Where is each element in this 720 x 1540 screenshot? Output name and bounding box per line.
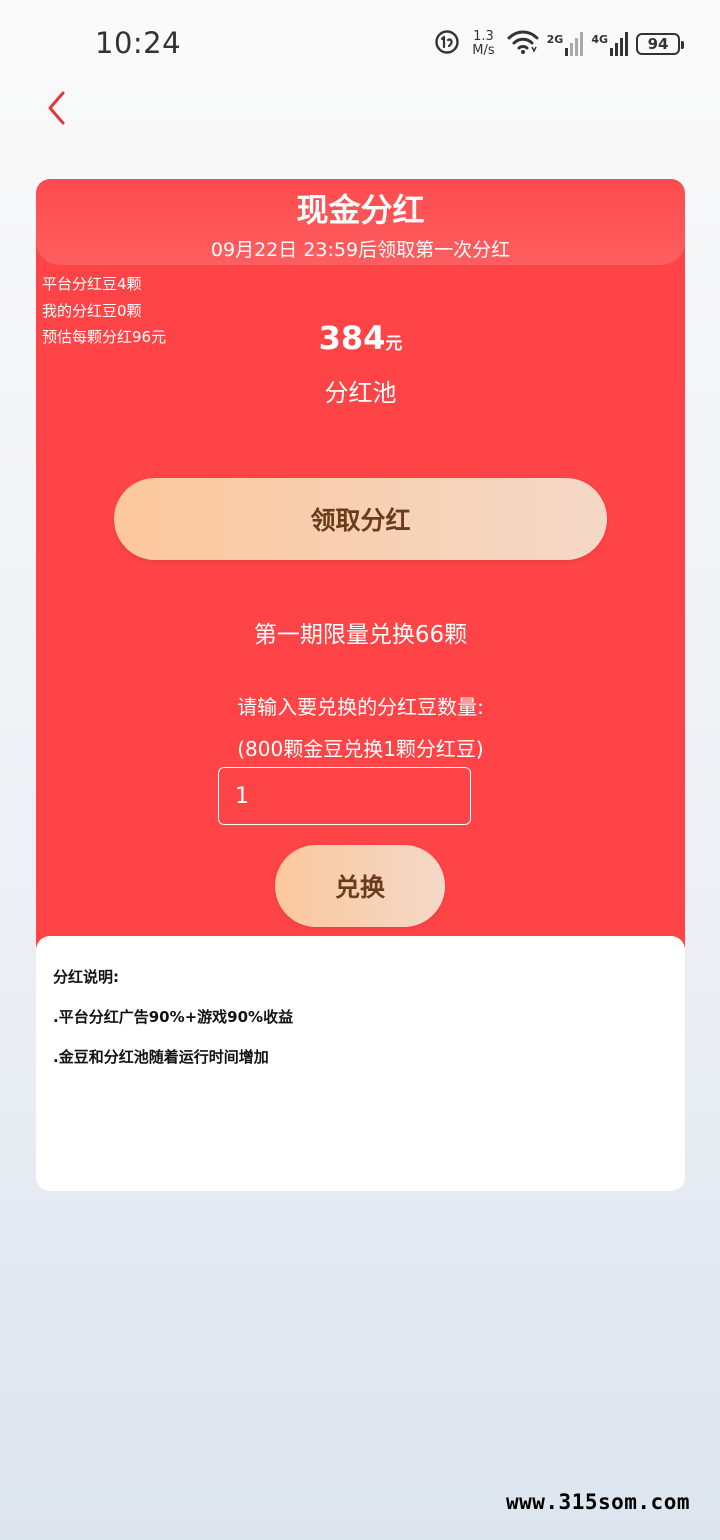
back-button[interactable]	[36, 90, 76, 130]
exchange-prompt: 请输入要兑换的分红豆数量:	[237, 695, 484, 719]
quantity-input[interactable]	[218, 767, 471, 825]
dividend-card: 现金分红 09月22日 23:59后领取第一次分红 平台分红豆4颗 我的分红豆0…	[36, 179, 685, 959]
status-bar: 10:24 1.3 M/s 2G 4G 94	[0, 0, 720, 86]
signal-2g-label: 2G	[546, 33, 564, 46]
exchange-button[interactable]: 兑换	[275, 845, 445, 927]
network-speed-value: 1.3	[473, 29, 494, 44]
wifi-icon	[507, 29, 539, 59]
watermark: www.315som.com	[505, 1490, 690, 1514]
platform-beans-text: 平台分红豆4颗	[42, 275, 142, 293]
note-line: .平台分红广告90%+游戏90%收益	[53, 1008, 294, 1026]
signal-4g-icon: 4G	[591, 32, 628, 56]
claim-dividend-button[interactable]: 领取分红	[114, 478, 607, 560]
pool-label: 分红池	[324, 379, 397, 407]
data-saver-icon	[434, 29, 460, 59]
signal-2g-icon: 2G	[547, 32, 584, 56]
pool-amount-unit: 元	[385, 334, 403, 354]
exchange-rate-text: (800颗金豆兑换1颗分红豆)	[237, 737, 484, 761]
card-subtitle: 09月22日 23:59后领取第一次分红	[210, 239, 511, 261]
notes-title: 分红说明:	[53, 968, 119, 986]
card-title: 现金分红	[296, 191, 425, 229]
battery-level: 94	[647, 35, 669, 53]
battery-icon: 94	[636, 33, 684, 55]
limit-text: 第一期限量兑换66颗	[253, 622, 468, 648]
status-time: 10:24	[95, 26, 182, 60]
network-speed: 1.3 M/s	[472, 30, 494, 58]
notes-card: 分红说明: .平台分红广告90%+游戏90%收益 .金豆和分红池随着运行时间增加	[36, 936, 685, 1191]
chevron-left-icon	[45, 90, 67, 130]
pool-amount: 384元	[36, 319, 685, 357]
network-speed-unit: M/s	[472, 43, 495, 58]
pool-amount-value: 384	[318, 319, 386, 357]
signal-4g-label: 4G	[591, 33, 608, 46]
note-line: .金豆和分红池随着运行时间增加	[53, 1048, 269, 1066]
status-icons: 1.3 M/s 2G 4G 94	[434, 28, 684, 60]
